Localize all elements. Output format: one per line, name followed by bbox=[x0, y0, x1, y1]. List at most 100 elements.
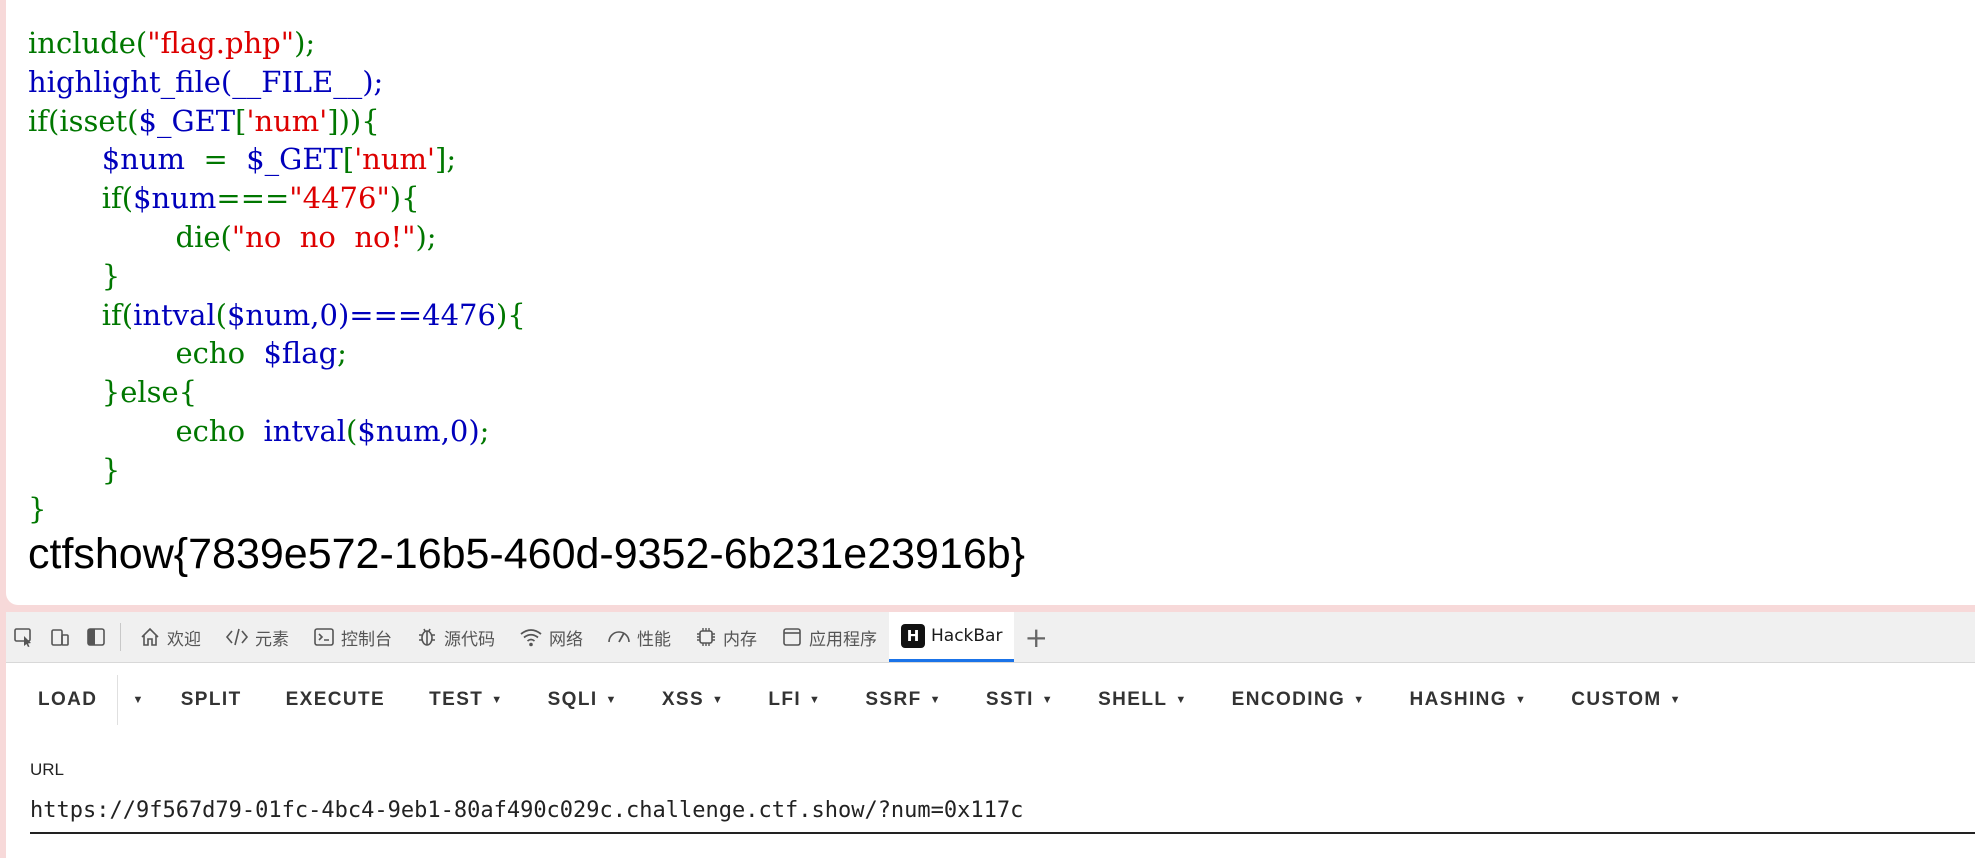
shell-menu-button[interactable]: SHELL ▼ bbox=[1076, 675, 1210, 725]
code-token: "flag.php" bbox=[147, 26, 295, 60]
caret-down-icon: ▼ bbox=[1514, 694, 1528, 706]
load-dropdown-caret-icon[interactable]: ▼ bbox=[118, 675, 158, 725]
tab-network[interactable]: 网络 bbox=[507, 612, 595, 662]
execute-button[interactable]: EXECUTE bbox=[264, 675, 408, 725]
code-token: }else{ bbox=[101, 375, 198, 410]
url-input[interactable] bbox=[30, 788, 1975, 834]
button-label: SQLI bbox=[547, 689, 598, 710]
code-token: if( bbox=[101, 297, 134, 332]
toolbar-divider bbox=[120, 623, 121, 651]
tab-label: 性能 bbox=[637, 629, 671, 650]
code-token: $_GET bbox=[138, 103, 236, 138]
device-toolbar-icon[interactable] bbox=[42, 612, 78, 662]
code-token: } bbox=[101, 258, 121, 293]
code-token: $num bbox=[133, 181, 217, 216]
button-label: SHELL bbox=[1098, 689, 1168, 710]
sqli-menu-button[interactable]: SQLI ▼ bbox=[526, 675, 640, 725]
ssrf-menu-button[interactable]: SSRF ▼ bbox=[843, 675, 964, 725]
page-content: include("flag.php"); highlight_file(__FIL… bbox=[6, 0, 1975, 605]
code-token: $num bbox=[226, 297, 311, 332]
button-label: SSTI bbox=[985, 689, 1034, 710]
tab-label: 欢迎 bbox=[167, 629, 201, 650]
code-icon bbox=[225, 628, 249, 646]
tab-welcome[interactable]: 欢迎 bbox=[127, 612, 213, 662]
code-token: ){ bbox=[495, 297, 526, 332]
code-token: echo bbox=[175, 413, 264, 448]
url-label: URL bbox=[30, 760, 65, 779]
code-token: ){ bbox=[389, 181, 420, 216]
tab-label: 源代码 bbox=[444, 629, 495, 650]
code-token: if( bbox=[101, 181, 134, 216]
test-menu-button[interactable]: TEST ▼ bbox=[407, 675, 525, 725]
code-token: ( bbox=[215, 297, 227, 332]
button-label: CUSTOM bbox=[1571, 689, 1662, 710]
hackbar-toolbar: LOAD ▼ SPLIT EXECUTE TEST ▼ SQLI ▼ XSS ▼ LF… bbox=[6, 670, 1975, 730]
ssti-menu-button[interactable]: SSTI ▼ bbox=[964, 675, 1076, 725]
tab-label: 应用程序 bbox=[809, 629, 877, 650]
caret-down-icon: ▼ bbox=[1041, 694, 1055, 706]
caret-down-icon: ▼ bbox=[1175, 694, 1188, 706]
code-token: include( bbox=[28, 26, 148, 60]
button-label: TEST bbox=[429, 689, 484, 710]
code-token: ,0)===4476 bbox=[310, 297, 496, 332]
code-token: $num bbox=[357, 413, 441, 448]
devtools-panel: 欢迎 元素 控制台 源代码 网络 性能 内存 应用程序 H HackBar + … bbox=[6, 612, 1975, 858]
add-tab-icon[interactable]: + bbox=[1014, 621, 1057, 654]
tab-application[interactable]: 应用程序 bbox=[769, 612, 889, 662]
button-label: ENCODING bbox=[1231, 689, 1346, 710]
code-token: "no no no!" bbox=[231, 219, 416, 254]
caret-down-icon: ▼ bbox=[491, 694, 504, 706]
devtools-tabbar: 欢迎 元素 控制台 源代码 网络 性能 内存 应用程序 H HackBar + bbox=[6, 612, 1975, 663]
bug-icon bbox=[419, 628, 435, 646]
encoding-menu-button[interactable]: ENCODING ▼ bbox=[1210, 675, 1388, 725]
button-label: LFI bbox=[768, 689, 802, 710]
code-token: highlight_file(__FILE__); bbox=[28, 64, 384, 99]
custom-menu-button[interactable]: CUSTOM ▼ bbox=[1549, 675, 1704, 725]
caret-down-icon: ▼ bbox=[809, 694, 822, 706]
code-token: === bbox=[216, 181, 290, 216]
code-token: ); bbox=[294, 26, 316, 60]
wifi-icon bbox=[520, 629, 542, 647]
php-source-code: include("flag.php"); highlight_file(__FIL… bbox=[28, 24, 526, 528]
code-token: ])){ bbox=[327, 103, 380, 138]
tab-hackbar[interactable]: H HackBar bbox=[889, 612, 1015, 662]
inspect-element-icon[interactable] bbox=[6, 612, 42, 662]
application-icon bbox=[783, 628, 801, 646]
tab-memory[interactable]: 内存 bbox=[683, 612, 769, 662]
tab-performance[interactable]: 性能 bbox=[595, 612, 683, 662]
code-token: ; bbox=[337, 336, 347, 371]
code-token: $_GET bbox=[246, 142, 343, 177]
tab-label: 元素 bbox=[255, 629, 289, 650]
tab-elements[interactable]: 元素 bbox=[213, 612, 301, 662]
code-token: intval bbox=[263, 413, 347, 448]
caret-down-icon: ▼ bbox=[1669, 694, 1682, 706]
load-button[interactable]: LOAD bbox=[6, 675, 119, 725]
split-button[interactable]: SPLIT bbox=[159, 675, 264, 725]
tab-label: 内存 bbox=[723, 629, 757, 650]
code-token: "4476" bbox=[289, 181, 390, 216]
button-label: EXECUTE bbox=[285, 689, 386, 710]
home-icon bbox=[141, 627, 159, 646]
tab-label: HackBar bbox=[931, 625, 1003, 646]
tab-console[interactable]: 控制台 bbox=[301, 612, 404, 662]
code-token: intval bbox=[133, 297, 216, 332]
tab-label: 网络 bbox=[549, 629, 583, 650]
button-label: SSRF bbox=[865, 689, 922, 710]
caret-down-icon: ▼ bbox=[712, 694, 725, 706]
code-token: ; bbox=[479, 413, 490, 448]
code-token: ( bbox=[346, 413, 358, 448]
button-label: HASHING bbox=[1409, 689, 1507, 710]
code-token: 'num' bbox=[354, 142, 436, 177]
hashing-menu-button[interactable]: HASHING ▼ bbox=[1388, 675, 1550, 725]
code-token: ]; bbox=[435, 142, 457, 177]
memory-icon bbox=[697, 628, 715, 646]
tab-sources[interactable]: 源代码 bbox=[404, 612, 507, 662]
code-token: if(isset( bbox=[28, 103, 139, 138]
button-label: XSS bbox=[661, 689, 705, 710]
hackbar-logo-icon: H bbox=[901, 623, 925, 648]
toggle-sidebar-icon[interactable] bbox=[78, 612, 114, 662]
code-token: } bbox=[28, 491, 47, 526]
xss-menu-button[interactable]: XSS ▼ bbox=[640, 675, 747, 725]
tab-label: 控制台 bbox=[341, 629, 392, 650]
lfi-menu-button[interactable]: LFI ▼ bbox=[746, 675, 843, 725]
